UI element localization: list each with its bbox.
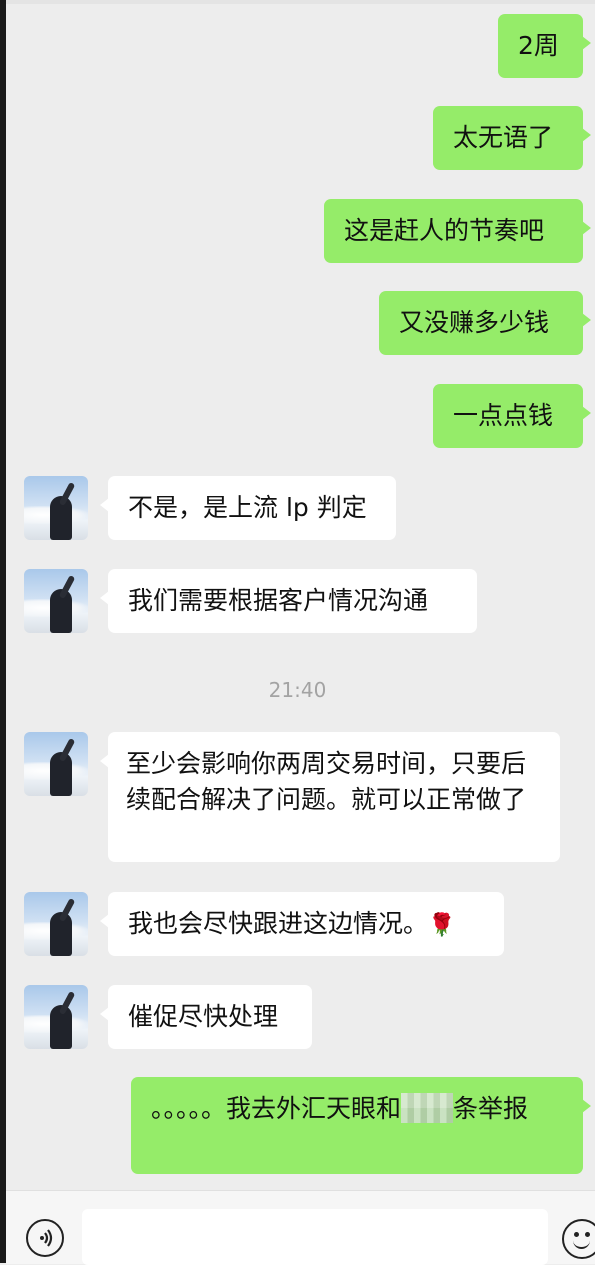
timestamp: 21:40 [268, 678, 327, 702]
rose-icon: 🌹 [428, 913, 456, 938]
message-bubble-outgoing[interactable]: 又没赚多少钱 [379, 291, 591, 355]
message-bubble-outgoing[interactable]: 这是赶人的节奏吧 [324, 199, 591, 263]
contact-avatar[interactable] [24, 732, 88, 796]
message-bubble-outgoing[interactable]: 一点点钱 [433, 384, 591, 448]
message-bubble-outgoing[interactable]: 。。。。。我去外汇天眼和 条举报 [131, 1077, 591, 1174]
message-text: 至少会影响你两周交易时间，只要后续配合解决了问题。就可以正常做了 [126, 749, 527, 814]
window-left-edge [0, 0, 6, 1263]
message-bubble-outgoing[interactable]: 太无语了 [433, 106, 591, 170]
message-text: 条举报 [453, 1094, 529, 1123]
message-text: 我也会尽快跟进这边情况。 [128, 909, 429, 938]
message-input[interactable] [82, 1209, 548, 1265]
voice-icon[interactable] [26, 1219, 64, 1257]
emoji-icon[interactable] [562, 1219, 595, 1259]
message-bubble-outgoing[interactable]: 2周 [498, 14, 591, 78]
message-bubble-incoming[interactable]: 至少会影响你两周交易时间，只要后续配合解决了问题。就可以正常做了 [100, 732, 560, 862]
message-bubble-incoming[interactable]: 不是，是上流 lp 判定 [100, 476, 396, 540]
message-text: 一点点钱 [453, 401, 554, 430]
message-bubble-incoming[interactable]: 我们需要根据客户情况沟通 [100, 569, 477, 633]
contact-avatar[interactable] [24, 476, 88, 540]
contact-avatar[interactable] [24, 985, 88, 1049]
message-text: 不是，是上流 lp 判定 [128, 493, 367, 522]
contact-avatar[interactable] [24, 892, 88, 956]
message-text: 太无语了 [453, 123, 554, 152]
message-text: 。。。。。我去外汇天眼和 [151, 1094, 402, 1123]
top-divider [6, 0, 595, 4]
message-bubble-incoming[interactable]: 催促尽快处理 [100, 985, 312, 1049]
redacted-mosaic [401, 1093, 454, 1123]
message-bubble-incoming[interactable]: 我也会尽快跟进这边情况。🌹 [100, 892, 504, 956]
message-text: 又没赚多少钱 [399, 308, 550, 337]
message-text: 2周 [518, 31, 559, 60]
message-text: 这是赶人的节奏吧 [344, 216, 545, 245]
input-bar [6, 1190, 595, 1265]
message-text: 催促尽快处理 [128, 1002, 279, 1031]
message-text: 我们需要根据客户情况沟通 [128, 586, 429, 615]
contact-avatar[interactable] [24, 569, 88, 633]
